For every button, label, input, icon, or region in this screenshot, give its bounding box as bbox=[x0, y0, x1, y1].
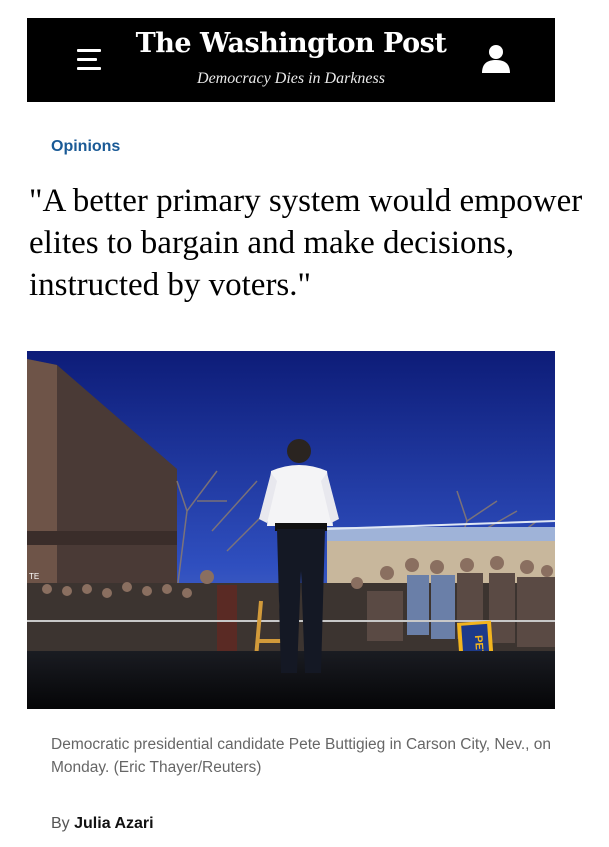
tagline: Democracy Dies in Darkness bbox=[197, 70, 385, 87]
article-photo: PETE TE bbox=[27, 351, 555, 709]
photo-corner-text: TE bbox=[29, 572, 39, 581]
masthead-logo[interactable]: The Washington Post bbox=[27, 28, 555, 59]
rally-photo: PETE TE bbox=[27, 351, 555, 709]
section-label[interactable]: Opinions bbox=[51, 138, 120, 156]
user-account-button[interactable] bbox=[479, 44, 513, 74]
byline: By Julia Azari bbox=[51, 815, 154, 833]
author-name[interactable]: Julia Azari bbox=[74, 815, 153, 832]
site-header: The Washington Post Democracy Dies in Da… bbox=[27, 18, 555, 102]
byline-prefix: By bbox=[51, 815, 70, 832]
photo-caption: Democratic presidential candidate Pete B… bbox=[51, 736, 551, 776]
pull-quote: "A better primary system would empower e… bbox=[29, 183, 583, 303]
user-account-icon bbox=[482, 45, 510, 73]
